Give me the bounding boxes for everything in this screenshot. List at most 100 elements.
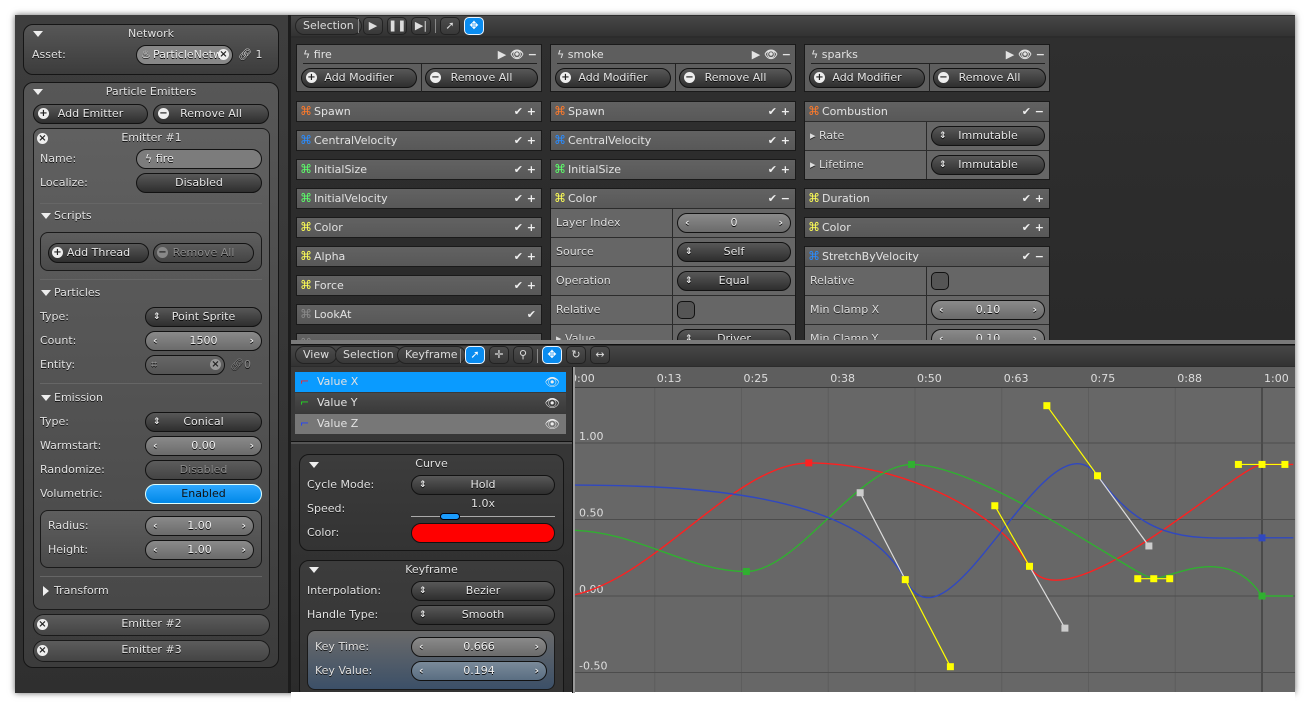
module-initialsize[interactable]: ⌘ InitialSize ✔ + [296, 159, 542, 180]
eye-icon[interactable]: 👁︎ [510, 48, 528, 61]
bezier-handle[interactable] [1145, 542, 1153, 550]
frame-all-button[interactable]: ✥ [542, 346, 562, 364]
module-duration[interactable]: ⌘ Duration ✔ + [804, 188, 1050, 209]
module-header[interactable]: ⌘ Force ✔ + [297, 276, 541, 295]
curve-graph[interactable]: 0:00 0:13 0:25 0:38 0:50 0:63 0:75 0:88 1:00 1.00… [575, 367, 1295, 692]
module-header[interactable]: ⌘ CentralVelocity ✔ + [297, 131, 541, 150]
keyframe-point[interactable] [901, 576, 909, 584]
module-centralvelocity[interactable]: ⌘ CentralVelocity ✔ + [296, 130, 542, 151]
module-actions[interactable]: ✔ [527, 305, 536, 324]
bezier-handle[interactable] [856, 489, 864, 497]
module-actions[interactable]: ✔ + [1022, 218, 1044, 237]
module-header[interactable]: ⌘ InitialSize ✔ + [297, 160, 541, 179]
play-icon[interactable]: ▶ [752, 48, 764, 61]
increment-icon[interactable]: › [241, 541, 246, 559]
expand-triangle-icon[interactable] [43, 586, 49, 596]
decrement-icon[interactable]: ‹ [419, 638, 424, 656]
module-actions[interactable]: ✔ + [768, 102, 790, 121]
bezier-handle[interactable] [1281, 460, 1289, 468]
decrement-icon[interactable]: ‹ [939, 330, 944, 340]
expand-triangle-icon[interactable]: ▸ [556, 332, 565, 340]
emission-type-dropdown[interactable]: ⇕ Conical [145, 412, 262, 432]
add-emitter-button[interactable]: + Add Emitter [33, 104, 148, 124]
module-actions[interactable]: ✔ + [514, 247, 536, 266]
cycle-mode-dropdown[interactable]: ⇕ Hold [411, 475, 555, 495]
module-alpha[interactable]: ⌘ Alpha ✔ + [296, 246, 542, 267]
particles-section-title[interactable]: Particles [54, 283, 100, 303]
keyframe-point[interactable] [742, 568, 750, 576]
module-actions[interactable]: ✔ − [768, 189, 790, 208]
module-header[interactable]: ⌘ StretchByVelocity ✔ − [805, 247, 1049, 266]
keyframe-point[interactable] [908, 460, 916, 468]
add-thread-button[interactable]: + Add Thread [48, 243, 149, 263]
curve-color-swatch[interactable] [411, 523, 555, 543]
dropdown[interactable]: ⇕ Immutable [931, 126, 1045, 146]
collapse-icon[interactable]: − [1036, 48, 1045, 61]
speed-slider-thumb[interactable] [439, 513, 460, 520]
module-color[interactable]: ⌘ Color ✔ + [804, 217, 1050, 238]
dropdown[interactable]: ⇕ Self [677, 242, 791, 262]
module-actions[interactable]: ✔ + [1022, 189, 1044, 208]
bezier-handle[interactable] [991, 502, 999, 510]
step-forward-button[interactable]: ▶| [411, 17, 431, 35]
module-actions[interactable]: ✔ + [768, 131, 790, 150]
scripts-section-title[interactable]: Scripts [54, 206, 92, 226]
module-initialvelocity[interactable]: ⌘ InitialVelocity ✔ + [296, 188, 542, 209]
channel-value-z[interactable]: ⌐ Value Z 👁︎ [295, 414, 566, 434]
module-actions[interactable]: ✔ − [1022, 102, 1044, 121]
module-actions[interactable]: ✔ + [768, 160, 790, 179]
volumetric-toggle[interactable]: Enabled [145, 484, 262, 504]
module-actions[interactable]: ✔ − [1022, 247, 1044, 266]
module-spawn[interactable]: ⌘ Spawn ✔ + [296, 101, 542, 122]
add-modifier-button[interactable]: + Add Modifier [555, 68, 671, 88]
view-menu[interactable]: View [295, 346, 338, 364]
module-centralvelocity[interactable]: ⌘ CentralVelocity ✔ + [550, 130, 796, 151]
stepper[interactable]: ‹ 0 › [677, 213, 791, 233]
height-stepper[interactable]: ‹ 1.00 › [145, 540, 254, 560]
module-combustion[interactable]: ⌘ Combustion ✔ − ▸ Rate ⇕ Immutable ▸ Lifetime… [804, 101, 1050, 180]
dropdown[interactable]: ⇕ Driver [677, 329, 791, 340]
bezier-handle[interactable] [946, 663, 954, 671]
eye-icon[interactable]: 👁︎ [545, 414, 560, 434]
horizontal-splitter[interactable] [291, 340, 1295, 345]
keyframe-point[interactable] [1150, 575, 1158, 583]
increment-icon[interactable]: › [241, 517, 246, 535]
eye-icon[interactable]: 👁︎ [1018, 48, 1036, 61]
handle-type-dropdown[interactable]: ⇕ Smooth [411, 605, 555, 625]
module-color[interactable]: ⌘ Color ✔ + [296, 217, 542, 238]
channel-value-x[interactable]: ⌐ Value X 👁︎ [295, 372, 566, 392]
decrement-icon[interactable]: ‹ [153, 541, 158, 559]
decrement-icon[interactable]: ‹ [153, 332, 158, 350]
play-icon[interactable]: ▶ [498, 48, 510, 61]
emission-section-title[interactable]: Emission [54, 388, 103, 408]
selection-menu[interactable]: Selection [295, 17, 362, 35]
decrement-icon[interactable]: ‹ [153, 517, 158, 535]
bezier-handle[interactable] [1166, 575, 1174, 583]
entity-field[interactable]: ⌗ × [145, 355, 225, 375]
expand-triangle-icon[interactable]: ▸ [810, 129, 819, 142]
randomize-toggle[interactable]: Disabled [145, 460, 262, 480]
transform-section-title[interactable]: Transform [54, 581, 109, 601]
bezier-handle[interactable] [1234, 460, 1242, 468]
module-header[interactable]: ⌘ Duration ✔ + [805, 189, 1049, 208]
eye-icon[interactable]: 👁︎ [764, 48, 782, 61]
key-time-stepper[interactable]: ‹ 0.666 › [411, 637, 547, 657]
module-force[interactable]: ⌘ Force ✔ + [296, 275, 542, 296]
remove-all-modifiers-button[interactable]: − Remove All [425, 68, 538, 88]
keyframe-point[interactable] [1094, 472, 1102, 480]
module-actions[interactable]: ✔ + [514, 131, 536, 150]
pointer-tool-button[interactable]: ➚ [465, 346, 485, 364]
collapse-icon[interactable]: − [782, 48, 791, 61]
increment-icon[interactable]: › [249, 437, 254, 455]
pointer-tool-button[interactable]: ➚ [440, 17, 460, 35]
keyframe-point[interactable] [1026, 562, 1034, 570]
expand-triangle-icon[interactable]: ▸ [810, 158, 819, 171]
bezier-handle[interactable] [1061, 624, 1069, 632]
module-header[interactable]: ⌘ Color ✔ − [551, 189, 795, 208]
pause-button[interactable]: ❚❚ [387, 17, 407, 35]
module-initialsize[interactable]: ⌘ InitialSize ✔ + [550, 159, 796, 180]
radius-stepper[interactable]: ‹ 1.00 › [145, 516, 254, 536]
expand-triangle-icon[interactable] [41, 395, 51, 401]
keyframe-point[interactable] [1258, 592, 1266, 600]
module-actions[interactable]: ✔ + [514, 276, 536, 295]
